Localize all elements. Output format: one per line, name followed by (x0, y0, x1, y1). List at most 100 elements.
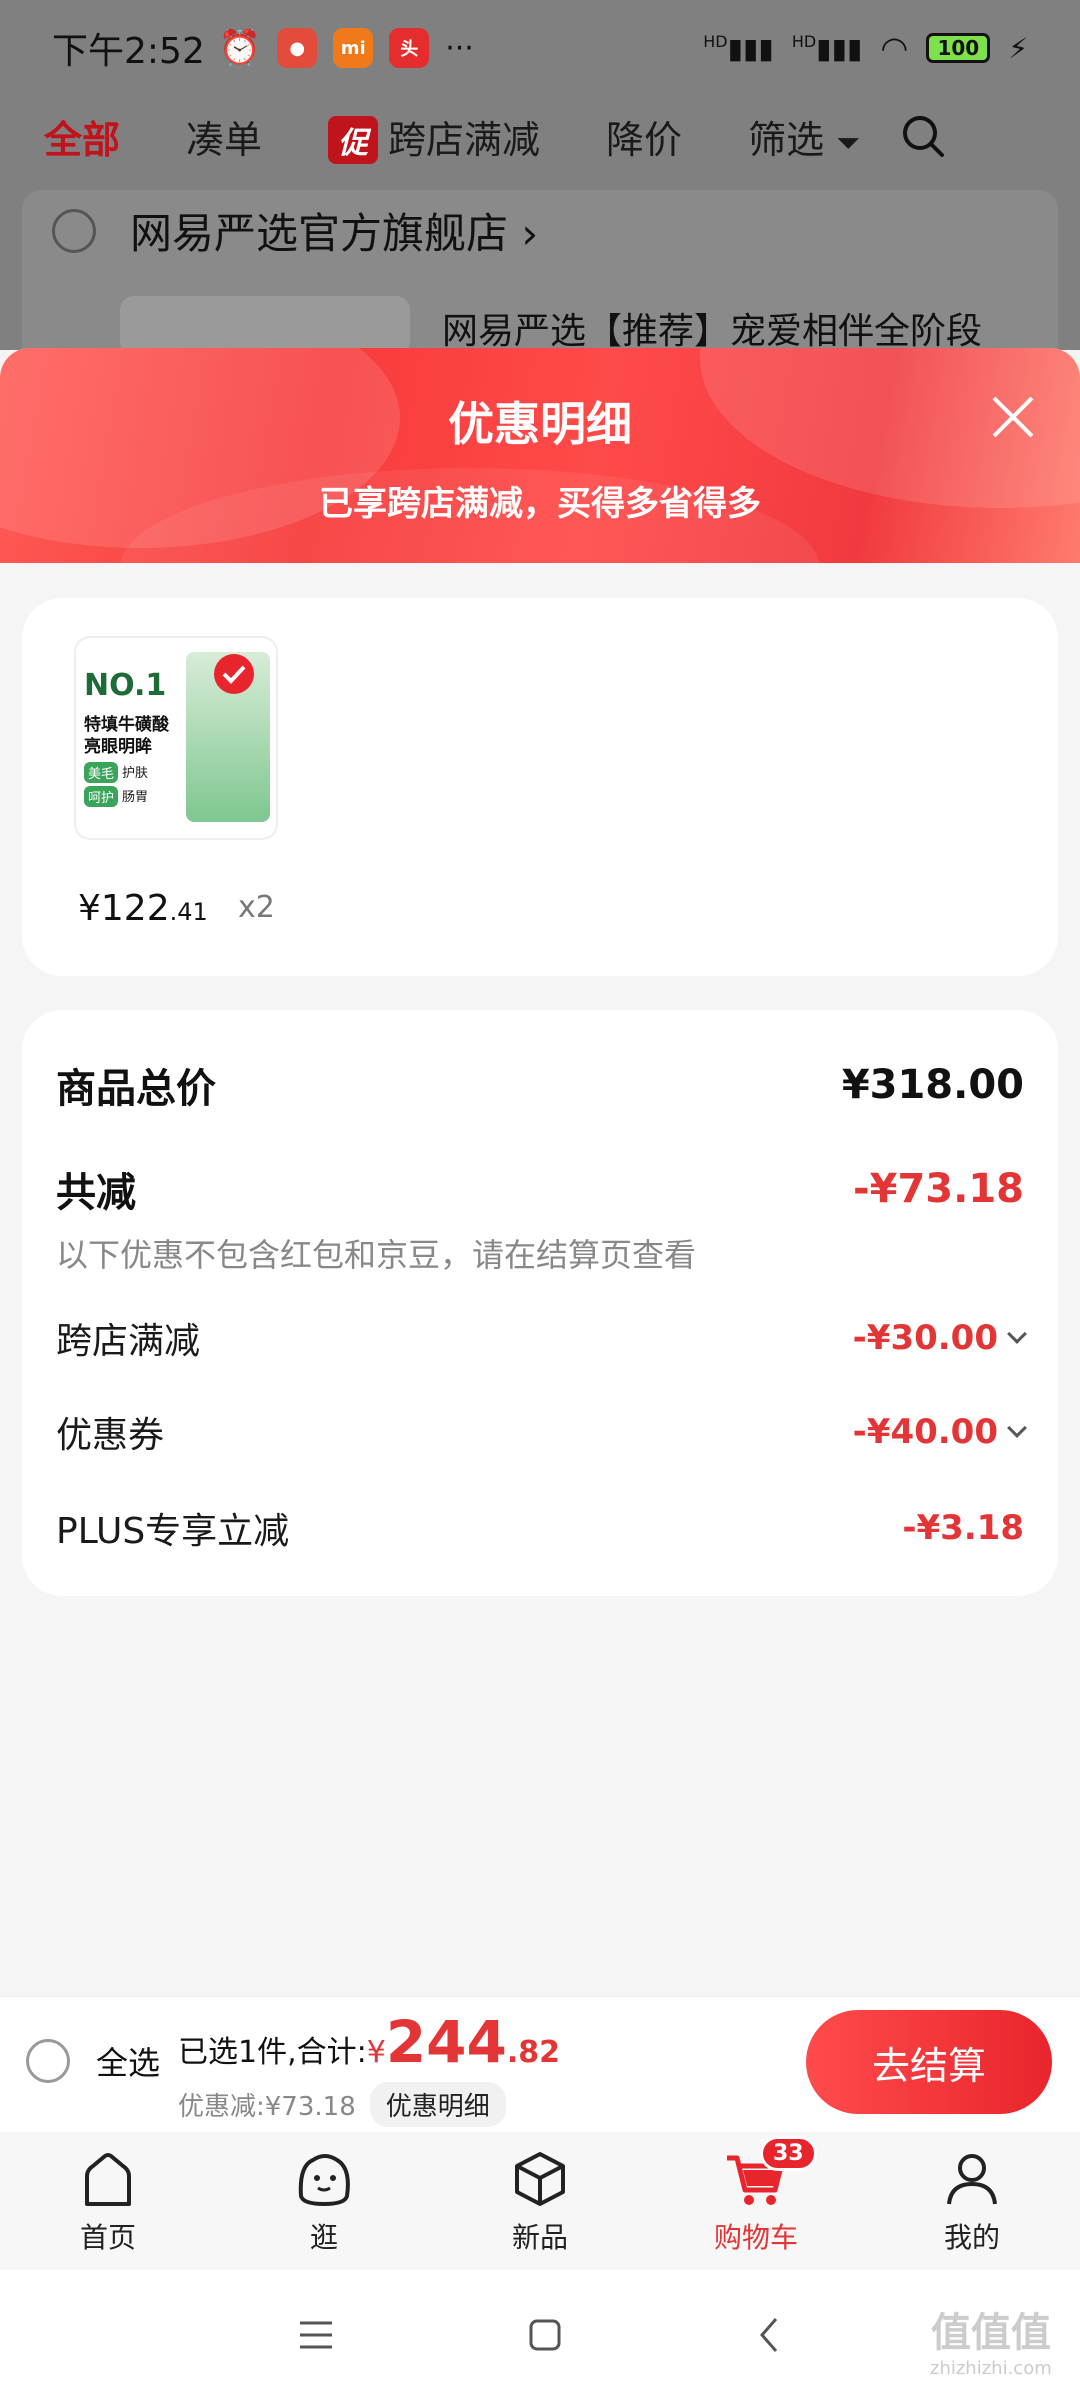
selected-count-text: 已选1件,合计: (178, 2035, 367, 2070)
watermark-url: zhizhizhi.com (930, 2358, 1052, 2379)
system-navigation-bar (0, 2270, 1080, 2400)
signal-icon: HD▮▮▮ (703, 31, 774, 65)
panel-header-banner (0, 348, 1080, 563)
charging-icon: ⚡ (1008, 31, 1028, 65)
profile-icon (947, 2154, 997, 2205)
battery-icon: 100 (926, 33, 991, 63)
tab-label: 逛 (309, 2221, 338, 2254)
tab-new[interactable]: 新品 (432, 2132, 648, 2270)
product-image-tags-2: 呵护 肠胃 (84, 786, 148, 807)
product-tag: 护肤 (122, 766, 149, 781)
status-bar: 下午2:52 ⏰ ● mi 头 ··· HD▮▮▮ HD▮▮▮ ◠ 100 ⚡ (0, 0, 1080, 96)
discount-line-value: -¥3.18 (902, 1508, 1024, 1548)
product-image-text-2: 亮眼明眸 (84, 737, 152, 757)
funnel-icon: ⏷ (836, 125, 861, 161)
total-reduction-value: -¥73.18 (853, 1166, 1024, 1212)
watermark: 值值值 zhizhizhi.com (930, 2300, 1052, 2379)
filter-cross-store-label: 跨店满减 (388, 117, 541, 162)
total-integer: 244 (385, 2008, 507, 2076)
shop-name[interactable]: 网易严选官方旗舰店 › (130, 200, 538, 261)
total-reduction-label: 共减 (56, 1170, 136, 1216)
filter-all[interactable]: 全部 (44, 109, 120, 164)
shop-select-checkbox[interactable] (52, 208, 96, 253)
discount-line-coupon[interactable]: 优惠券 -¥40.00 (56, 1406, 1027, 1458)
select-all-label: 全选 (96, 2044, 161, 2082)
discount-line-value: -¥40.00 (852, 1412, 998, 1452)
discount-line-label: PLUS专享立减 (56, 1511, 290, 1552)
total-currency: ¥ (366, 2035, 386, 2070)
tab-label: 首页 (79, 2221, 136, 2254)
discount-summary: 优惠减:¥73.18 优惠明细 (178, 2082, 506, 2127)
item-price-int: ¥122 (78, 888, 170, 929)
checkout-button[interactable]: 去结算 (806, 2010, 1052, 2114)
discount-line-value-wrap: -¥40.00 (852, 1412, 1027, 1452)
mi-icon: mi (333, 28, 374, 68)
filter-bundle[interactable]: 凑单 (186, 109, 262, 164)
promo-badge: 促 (328, 115, 379, 164)
background-product-thumbnail (120, 296, 410, 356)
filter-bar: 全部 凑单 促跨店满减 降价 筛选 ⏷ (0, 96, 1080, 176)
discount-line-plus: PLUS专享立减 -¥3.18 (56, 1502, 1024, 1554)
app-notification-icon: ● (277, 28, 318, 68)
tab-label: 我的 (943, 2221, 1000, 2254)
discount-line-value: -¥30.00 (852, 1318, 998, 1358)
filter-price-drop[interactable]: 降价 (606, 109, 682, 164)
total-reduction-row: 共减 -¥73.18 (56, 1160, 1024, 1218)
panel-subtitle: 已享跨店满减，买得多省得多 (319, 484, 761, 524)
back-icon[interactable] (754, 2315, 784, 2355)
item-price: ¥122.41 (78, 888, 208, 929)
tab-browse[interactable]: 逛 (216, 2132, 432, 2270)
product-tag: 呵护 (84, 786, 119, 807)
menu-icon[interactable] (296, 2317, 336, 2353)
home-button-icon[interactable] (527, 2317, 563, 2353)
discount-amount-text: 优惠减:¥73.18 (178, 2092, 356, 2122)
shop-row: 网易严选官方旗舰店 › (52, 200, 538, 261)
total-decimal: .82 (506, 2035, 561, 2070)
alarm-icon: ⏰ (218, 28, 262, 68)
chevron-down-icon[interactable] (1007, 1324, 1027, 1344)
product-tag: 肠胃 (122, 790, 149, 805)
tab-label: 购物车 (713, 2221, 798, 2254)
product-image-badge: NO.1 (84, 668, 167, 703)
search-icon[interactable] (900, 113, 946, 159)
tab-profile[interactable]: 我的 (864, 2132, 1080, 2270)
product-image-tags: 美毛 护肤 (84, 762, 148, 783)
select-all[interactable]: 全选 (26, 2038, 160, 2084)
tab-label: 新品 (511, 2221, 568, 2254)
filter-cross-store[interactable]: 促跨店满减 (328, 109, 540, 164)
status-time: 下午2:52 (52, 31, 205, 72)
filter-screen[interactable]: 筛选 ⏷ (748, 109, 860, 164)
total-price-label: 商品总价 (56, 1066, 216, 1112)
cart-count-badge: 33 (760, 2136, 817, 2171)
item-quantity: x2 (238, 890, 275, 925)
discount-line-label: 优惠券 (56, 1415, 165, 1456)
signal-label-2: HD (791, 31, 817, 51)
close-icon[interactable] (988, 392, 1038, 442)
signal-label: HD (703, 31, 728, 51)
select-all-checkbox[interactable] (26, 2039, 70, 2083)
item-price-dec: .41 (169, 898, 208, 926)
chevron-down-icon[interactable] (1007, 1418, 1027, 1438)
more-notifications: ··· (445, 30, 474, 66)
discount-line-cross-store[interactable]: 跨店满减 -¥30.00 (56, 1312, 1027, 1364)
cart-total: 已选1件,合计: ¥ 244 .82 (178, 2008, 560, 2076)
discount-line-label: 跨店满减 (56, 1321, 201, 1362)
product-image[interactable]: NO.1 特填牛磺酸 亮眼明眸 美毛 护肤 呵护 肠胃 (76, 638, 276, 838)
wifi-icon: ◠ (880, 29, 909, 67)
discount-detail-button[interactable]: 优惠明细 (369, 2082, 506, 2127)
panel-title: 优惠明细 (448, 397, 632, 451)
reduction-note: 以下优惠不包含红包和京豆，请在结算页查看 (56, 1236, 697, 1274)
tab-home[interactable]: 首页 (0, 2132, 216, 2270)
news-icon: 头 (389, 28, 430, 68)
selected-check-icon (214, 654, 254, 694)
box-icon (515, 2152, 565, 2206)
total-price-row: 商品总价 ¥318.00 (56, 1056, 1024, 1114)
watermark-text: 值值值 (930, 2310, 1051, 2356)
filter-screen-label: 筛选 (748, 117, 825, 162)
tab-cart[interactable]: 33 购物车 (648, 2132, 864, 2270)
bottom-tab-bar: 首页 逛 新品 33 购物车 我的 (0, 2132, 1080, 2270)
home-icon (85, 2153, 131, 2206)
discount-line-value-wrap: -¥30.00 (852, 1318, 1027, 1358)
background-product-title: 网易严选【推荐】宠爱相伴全阶段 (442, 311, 983, 352)
signal-icon-2: HD▮▮▮ (791, 31, 863, 65)
